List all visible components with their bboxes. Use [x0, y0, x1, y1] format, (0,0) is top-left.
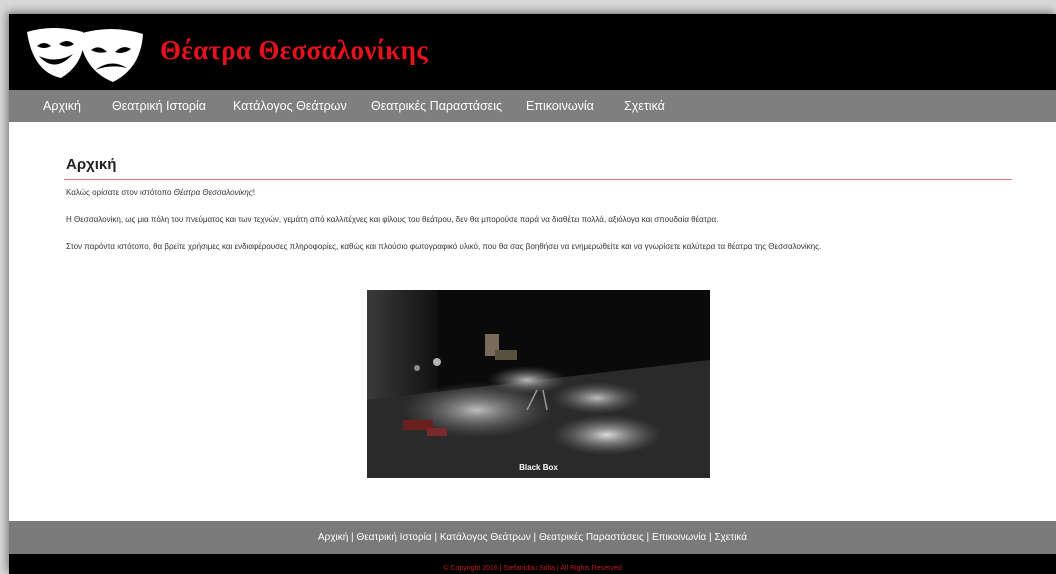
- nav-item-home[interactable]: Αρχική: [43, 90, 81, 122]
- site-title: Θέατρα Θεσσαλονίκης: [160, 35, 428, 65]
- photo-caption: Black Box: [519, 463, 558, 472]
- site-name-emphasis: Θέατρα Θεσσαλονίκης: [173, 188, 253, 197]
- info-paragraph: Στον παρόντα ιστότοπο, θα βρείτε χρήσιμε…: [66, 242, 822, 251]
- footer-link-performances[interactable]: Θεατρικές Παραστάσεις: [539, 532, 644, 543]
- copyright-bar: © Copyright 2016 | Stefanidou Sofia | Al…: [9, 554, 1056, 574]
- nav-item-contact[interactable]: Επικοινωνία: [526, 90, 594, 122]
- title-divider: [64, 179, 1012, 180]
- theatre-stage-image: [367, 290, 710, 478]
- welcome-suffix: !: [252, 188, 255, 197]
- main-content: Αρχική Καλώς ορίσατε στον ιστότοπο Θέατρ…: [9, 122, 1056, 521]
- footer-link-theatre-history[interactable]: Θεατρική Ιστορία: [356, 532, 431, 543]
- nav-item-theatre-history[interactable]: Θεατρική Ιστορία: [112, 90, 206, 122]
- nav-item-performances[interactable]: Θεατρικές Παραστάσεις: [371, 90, 502, 122]
- footer-separator: |: [530, 532, 539, 543]
- nav-item-theatre-catalog[interactable]: Κατάλογος Θεάτρων: [233, 90, 347, 122]
- nav-item-about[interactable]: Σχετικά: [624, 90, 665, 122]
- footer-link-home[interactable]: Αρχική: [318, 532, 348, 543]
- black-box-photo: Black Box: [367, 290, 710, 478]
- footer-links: Αρχική | Θεατρική Ιστορία | Κατάλογος Θε…: [9, 521, 1056, 554]
- intro-paragraph: Η Θεσσαλονίκη, ως μια πόλη του πνεύματος…: [66, 215, 719, 224]
- footer-link-theatre-catalog[interactable]: Κατάλογος Θεάτρων: [440, 532, 531, 543]
- footer-link-about[interactable]: Σχετικά: [714, 532, 747, 543]
- footer-nav: Αρχική | Θεατρική Ιστορία | Κατάλογος Θε…: [9, 521, 1056, 554]
- welcome-prefix: Καλώς ορίσατε στον ιστότοπο: [66, 188, 174, 197]
- footer-separator: |: [643, 532, 652, 543]
- footer-link-contact[interactable]: Επικοινωνία: [652, 532, 706, 543]
- welcome-paragraph: Καλώς ορίσατε στον ιστότοπο Θέατρα Θεσσα…: [66, 188, 255, 197]
- footer-separator: |: [431, 532, 440, 543]
- theater-masks-icon: [27, 28, 143, 82]
- main-nav: Αρχική Θεατρική Ιστορία Κατάλογος Θεάτρω…: [9, 90, 1056, 122]
- copyright-text: © Copyright 2016 | Stefanidou Sofia | Al…: [443, 565, 622, 572]
- site-header: Θέατρα Θεσσαλονίκης: [9, 14, 1056, 90]
- page: Θέατρα Θεσσαλονίκης Αρχική Θεατρική Ιστο…: [9, 14, 1056, 574]
- page-title: Αρχική: [66, 156, 117, 173]
